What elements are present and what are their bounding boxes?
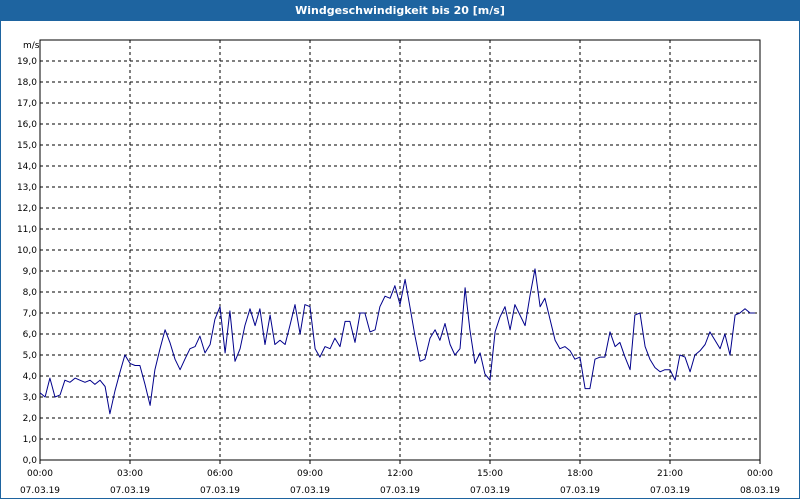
y-tick-label: 16,0 — [17, 120, 37, 130]
x-tick-date-label: 07.03.19 — [470, 486, 510, 496]
x-tick-date-label: 07.03.19 — [110, 486, 150, 496]
y-tick-label: 8,0 — [23, 288, 38, 298]
x-tick-date-label: 07.03.19 — [200, 486, 240, 496]
y-tick-label: 5,0 — [23, 351, 38, 361]
y-tick-label: 15,0 — [17, 141, 37, 151]
x-tick-date-label: 08.03.19 — [740, 486, 780, 496]
x-tick-time-label: 18:00 — [567, 469, 593, 479]
x-tick-date-label: 07.03.19 — [290, 486, 330, 496]
y-tick-label: 3,0 — [23, 393, 38, 403]
series-layer — [39, 268, 755, 415]
y-axis-unit-label: m/s — [23, 41, 40, 51]
y-tick-label: 12,0 — [17, 204, 37, 214]
y-tick-label: 1,0 — [23, 435, 38, 445]
x-tick-time-label: 03:00 — [117, 469, 143, 479]
wind-speed-series-line — [39, 268, 755, 415]
x-tick-time-label: 12:00 — [387, 469, 413, 479]
label-layer: 0,0 1,0 2,0 3,0 4,0 5,0 6,0 7,0 8,0 9,0 10,0 11,0 12… — [17, 57, 780, 496]
x-tick-time-label: 00:00 — [747, 469, 773, 479]
y-tick-label: 10,0 — [17, 246, 37, 256]
y-tick-label: 2,0 — [23, 414, 38, 424]
y-tick-label: 18,0 — [17, 78, 37, 88]
x-tick-time-label: 09:00 — [297, 469, 323, 479]
y-tick-label: 9,0 — [23, 267, 38, 277]
y-tick-label: 11,0 — [17, 225, 37, 235]
wind-speed-chart: 0,0 1,0 2,0 3,0 4,0 5,0 6,0 7,0 8,0 9,0 10,0 11,0 12… — [17, 39, 780, 496]
x-tick-time-label: 00:00 — [27, 469, 53, 479]
x-tick-time-label: 15:00 — [477, 469, 503, 479]
y-tick-label: 6,0 — [23, 330, 38, 340]
y-tick-label: 13,0 — [17, 183, 37, 193]
x-tick-date-label: 07.03.19 — [20, 486, 60, 496]
y-tick-label: 7,0 — [23, 309, 38, 319]
y-tick-label: 4,0 — [23, 372, 38, 382]
x-tick-time-label: 06:00 — [207, 469, 233, 479]
x-tick-date-label: 07.03.19 — [560, 486, 600, 496]
x-tick-time-label: 21:00 — [657, 469, 683, 479]
x-tick-date-label: 07.03.19 — [380, 486, 420, 496]
y-tick-label: 14,0 — [17, 162, 37, 172]
y-tick-label: 17,0 — [17, 99, 37, 109]
y-tick-label: 19,0 — [17, 57, 37, 67]
x-tick-date-label: 07.03.19 — [650, 486, 690, 496]
y-tick-label: 0,0 — [23, 456, 38, 466]
